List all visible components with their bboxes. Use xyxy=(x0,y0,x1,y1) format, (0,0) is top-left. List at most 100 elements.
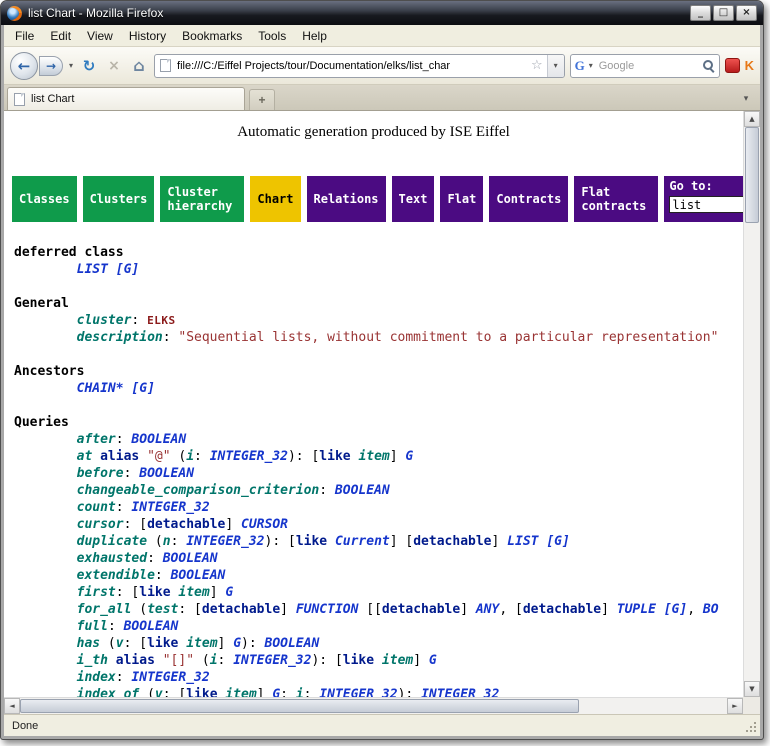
scroll-left-button[interactable]: ◄ xyxy=(4,698,20,714)
nav-button-classes[interactable]: Classes xyxy=(12,176,77,222)
section-heading: deferred class xyxy=(14,245,124,260)
code-text: ( xyxy=(147,534,163,549)
nav-button-flat[interactable]: Flat xyxy=(440,176,483,222)
code-line: count: INTEGER_32 xyxy=(14,499,743,516)
class-name[interactable]: TUPLE xyxy=(617,602,656,617)
vertical-scroll-track[interactable] xyxy=(744,127,760,681)
code-line: index_of (v: [like item] G; i: INTEGER_3… xyxy=(14,686,743,697)
addon-icon-red[interactable] xyxy=(725,58,740,73)
class-name[interactable]: BOOLEAN xyxy=(171,568,226,583)
code-text: ( xyxy=(171,449,187,464)
class-name[interactable]: FUNCTION xyxy=(296,602,359,617)
scroll-down-button[interactable]: ▼ xyxy=(744,681,760,697)
search-engine-dropdown[interactable]: ▾ xyxy=(588,61,594,70)
bookmark-star-icon[interactable]: ☆ xyxy=(531,58,543,73)
code-block: deferred class LIST [G] General cluster:… xyxy=(14,244,743,697)
menu-item-help[interactable]: Help xyxy=(294,26,335,46)
class-name[interactable]: BOOLEAN xyxy=(139,466,194,481)
url-input[interactable] xyxy=(175,59,527,73)
tab-list-chart[interactable]: list Chart xyxy=(7,87,245,110)
vertical-scroll-thumb[interactable] xyxy=(745,127,759,223)
code-text xyxy=(108,653,116,668)
class-name[interactable]: INTEGER_32 xyxy=(131,670,209,685)
horizontal-scrollbar[interactable]: ◄ ► xyxy=(4,697,743,714)
resize-grip[interactable] xyxy=(745,721,757,733)
class-name[interactable]: INTEGER_32 xyxy=(131,500,209,515)
menu-item-edit[interactable]: Edit xyxy=(42,26,79,46)
feature-name: i xyxy=(296,687,304,697)
back-button[interactable]: ← xyxy=(10,52,38,80)
minimize-button[interactable]: _ xyxy=(690,5,711,21)
class-name[interactable]: BOOLEAN xyxy=(163,551,218,566)
search-input[interactable] xyxy=(597,59,699,73)
list-all-tabs-button[interactable]: ▾ xyxy=(737,90,755,108)
class-name[interactable]: G xyxy=(272,687,280,697)
class-name[interactable]: CHAIN* xyxy=(77,381,124,396)
class-name[interactable]: LIST xyxy=(507,534,538,549)
code-text: ): [ xyxy=(288,449,319,464)
class-name[interactable]: BO xyxy=(703,602,719,617)
class-name[interactable]: [G] xyxy=(546,534,569,549)
horizontal-scroll-track[interactable] xyxy=(20,698,727,714)
class-name[interactable]: [G] xyxy=(131,381,154,396)
nav-button-cluster-hierarchy[interactable]: Cluster hierarchy xyxy=(160,176,244,222)
class-name[interactable]: G xyxy=(405,449,413,464)
forward-arrow-icon: → xyxy=(46,59,56,73)
code-text: : xyxy=(147,551,163,566)
menu-item-file[interactable]: File xyxy=(7,26,42,46)
menu-item-bookmarks[interactable]: Bookmarks xyxy=(174,26,250,46)
code-text: : xyxy=(194,449,210,464)
menu-item-history[interactable]: History xyxy=(121,26,174,46)
nav-button-chart[interactable]: Chart xyxy=(250,176,300,222)
class-name[interactable]: CURSOR xyxy=(241,517,288,532)
class-name[interactable]: ANY xyxy=(476,602,499,617)
class-name[interactable]: INTEGER_32 xyxy=(421,687,499,697)
class-name[interactable]: BOOLEAN xyxy=(131,432,186,447)
code-line xyxy=(14,278,743,295)
forward-button[interactable]: → xyxy=(39,56,63,76)
goto-input[interactable] xyxy=(669,196,743,213)
nav-button-text[interactable]: Text xyxy=(392,176,435,222)
new-tab-button[interactable]: + xyxy=(249,89,275,110)
code-text: ] [ xyxy=(390,534,413,549)
class-name[interactable]: G xyxy=(233,636,241,651)
nav-button-clusters[interactable]: Clusters xyxy=(83,176,155,222)
class-name[interactable]: LIST xyxy=(77,262,108,277)
nav-button-flat-contracts[interactable]: Flat contracts xyxy=(574,176,658,222)
class-name[interactable]: Current xyxy=(335,534,390,549)
vertical-scrollbar[interactable]: ▲ ▼ xyxy=(743,111,760,697)
class-name[interactable]: G xyxy=(225,585,233,600)
class-name[interactable]: INTEGER_32 xyxy=(233,653,311,668)
addon-icon-k[interactable]: K xyxy=(745,58,754,73)
keyword: alias xyxy=(100,449,139,464)
class-name[interactable]: [G] xyxy=(116,262,139,277)
class-name[interactable]: [G] xyxy=(664,602,687,617)
horizontal-scroll-thumb[interactable] xyxy=(20,699,579,713)
close-button[interactable]: × xyxy=(736,5,757,21)
nav-button-contracts[interactable]: Contracts xyxy=(489,176,568,222)
home-button[interactable]: ⌂ xyxy=(129,56,149,75)
search-icon[interactable] xyxy=(702,59,715,72)
class-name[interactable]: INTEGER_32 xyxy=(186,534,264,549)
url-dropdown-button[interactable]: ▾ xyxy=(547,55,564,77)
nav-button-relations[interactable]: Relations xyxy=(307,176,386,222)
class-name[interactable]: BOOLEAN xyxy=(335,483,390,498)
keyword: like xyxy=(139,585,170,600)
reload-button[interactable]: ↻ xyxy=(79,57,99,75)
code-text: ] xyxy=(390,449,406,464)
class-name[interactable]: INTEGER_32 xyxy=(319,687,397,697)
scroll-right-button[interactable]: ► xyxy=(727,698,743,714)
code-line: first: [like item] G xyxy=(14,584,743,601)
code-text: : xyxy=(108,619,124,634)
title-bar[interactable]: list Chart - Mozilla Firefox _ □ × xyxy=(1,1,763,25)
class-name[interactable]: BOOLEAN xyxy=(124,619,179,634)
history-dropdown-button[interactable]: ▾ xyxy=(68,61,74,70)
scroll-up-button[interactable]: ▲ xyxy=(744,111,760,127)
menu-item-view[interactable]: View xyxy=(79,26,121,46)
class-name[interactable]: INTEGER_32 xyxy=(210,449,288,464)
class-name[interactable]: BOOLEAN xyxy=(265,636,320,651)
class-name[interactable]: G xyxy=(429,653,437,668)
menu-item-tools[interactable]: Tools xyxy=(250,26,294,46)
stop-button[interactable]: × xyxy=(104,58,124,74)
maximize-button[interactable]: □ xyxy=(713,5,734,21)
